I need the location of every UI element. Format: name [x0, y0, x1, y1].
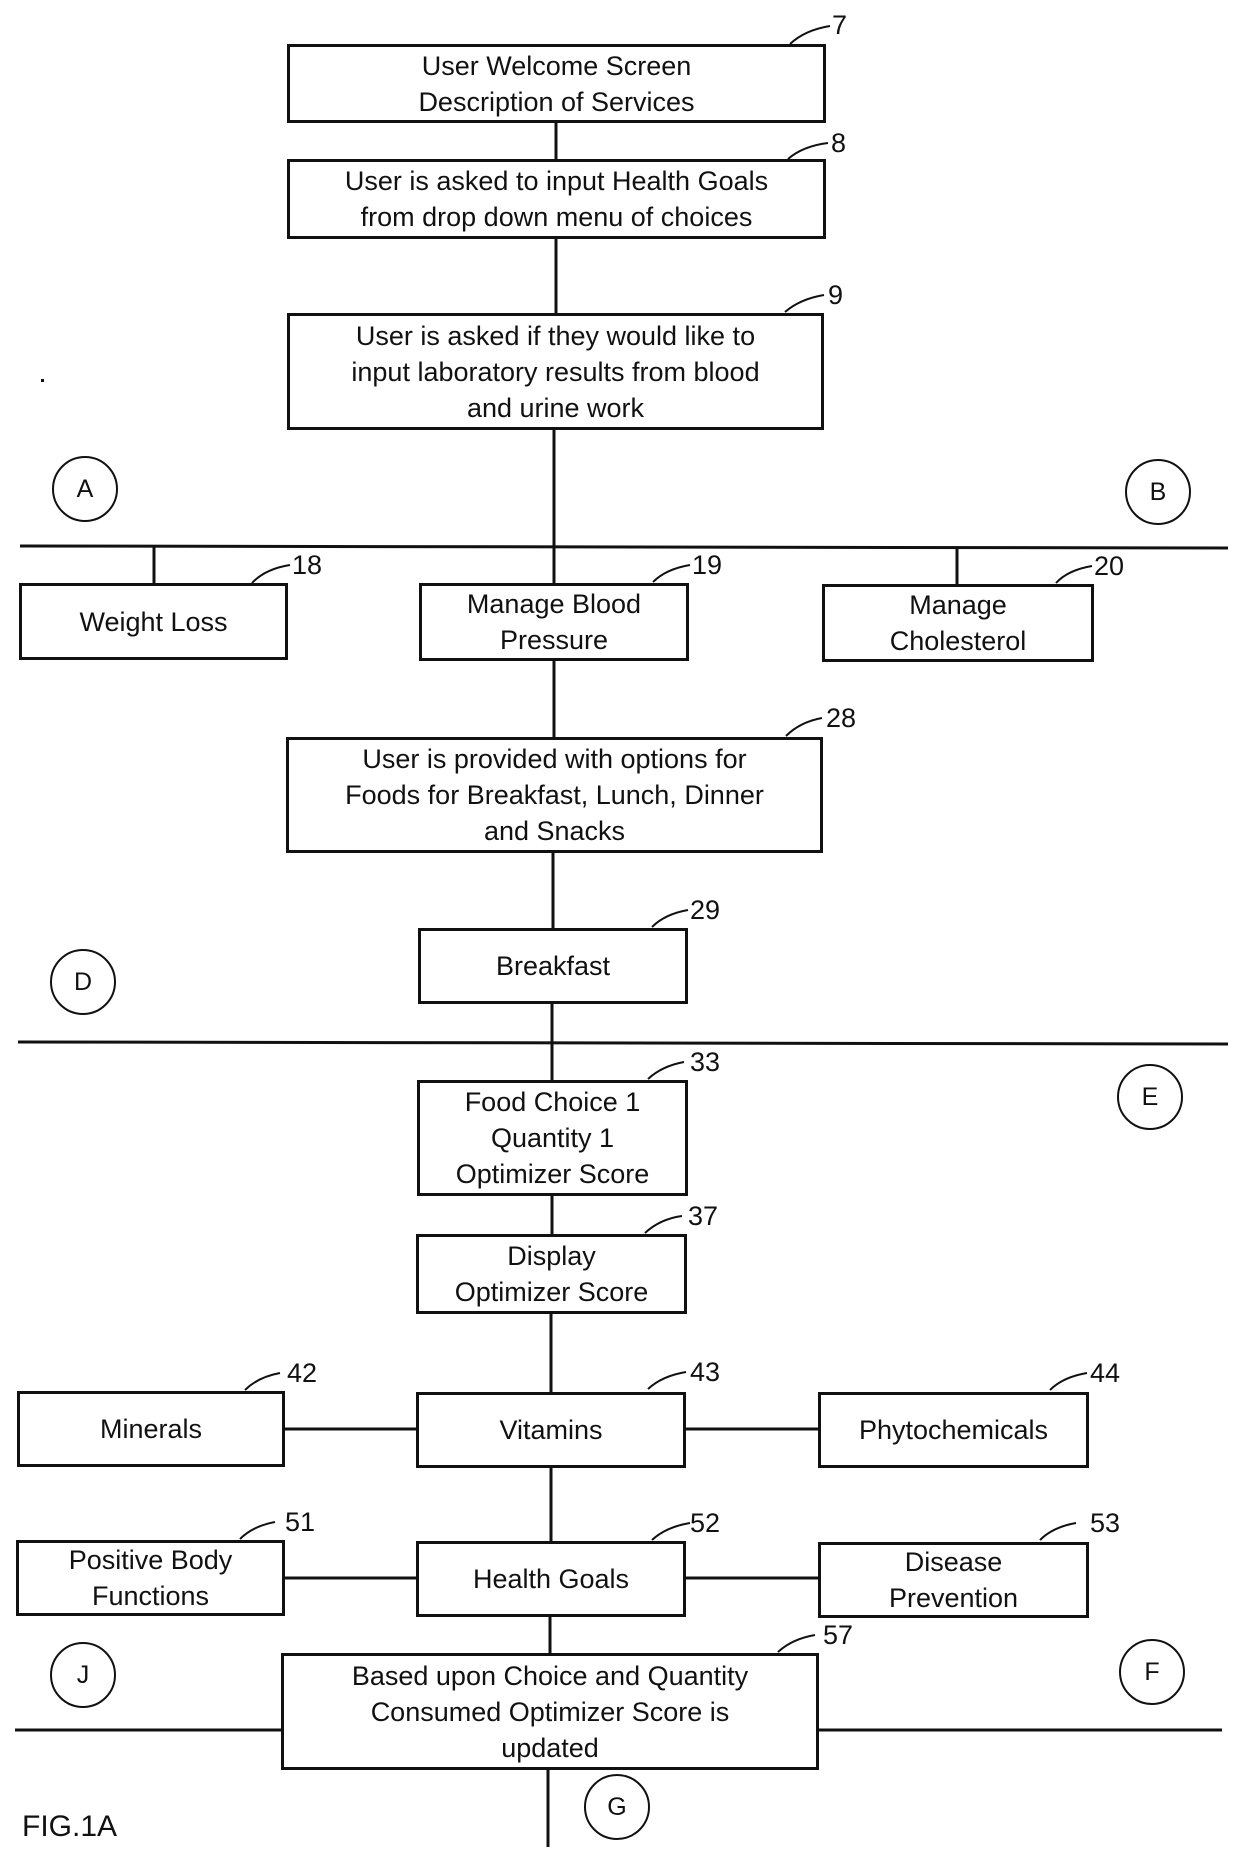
- leader-44: [1049, 1372, 1088, 1391]
- leader-7: [789, 25, 831, 45]
- step-8-health-goals-box: User is asked to input Health Goals from…: [287, 159, 826, 239]
- box-line: Vitamins: [499, 1415, 603, 1445]
- box-line: Health Goals: [472, 1564, 630, 1594]
- box-line: Positive Body: [68, 1545, 233, 1575]
- leader-9: [784, 294, 825, 313]
- ref-numeral-7: 7: [832, 10, 848, 40]
- ref-numeral-51: 51: [285, 1507, 316, 1537]
- connector-f: F: [1119, 1639, 1185, 1705]
- box-line: and urine work: [466, 392, 645, 423]
- ref-numeral-29: 29: [690, 895, 721, 925]
- leader-53: [1039, 1522, 1077, 1541]
- ref-numeral-28: 28: [826, 703, 857, 733]
- ref-numeral-37: 37: [688, 1201, 719, 1231]
- box-line: Manage: [909, 590, 1007, 620]
- ref-numeral-8: 8: [831, 128, 847, 158]
- step-52-health-goals-box: Health Goals: [416, 1541, 686, 1617]
- connector-a: A: [52, 456, 118, 522]
- connector-d: D: [50, 949, 116, 1015]
- box-line: Disease: [904, 1547, 1003, 1577]
- ref-numeral-43: 43: [690, 1357, 721, 1387]
- figure-label: FIG.1A: [22, 1810, 118, 1843]
- connector-e: E: [1117, 1064, 1183, 1130]
- box-line: updated: [501, 1732, 599, 1763]
- box-line: Functions: [91, 1581, 210, 1611]
- step-20-cholesterol-box: Manage Cholesterol: [822, 584, 1094, 662]
- box-line: input laboratory results from blood: [351, 356, 760, 387]
- box-line: Description of Services: [418, 86, 695, 117]
- box-line: User is asked to input Health Goals: [344, 166, 769, 196]
- step-44-phytochemicals-box: Phytochemicals: [818, 1392, 1089, 1468]
- step-43-vitamins-box: Vitamins: [416, 1392, 686, 1468]
- leader-43: [647, 1371, 687, 1390]
- connector-g: G: [584, 1774, 650, 1840]
- box-line: Quantity 1: [490, 1123, 615, 1153]
- divider-de: [17, 1040, 1229, 1046]
- leader-8: [787, 142, 829, 160]
- connector-b: B: [1125, 459, 1191, 525]
- ref-numeral-52: 52: [690, 1508, 721, 1538]
- leader-57: [777, 1634, 816, 1653]
- box-line: Prevention: [888, 1583, 1019, 1613]
- step-9-lab-results-box: User is asked if they would like to inpu…: [287, 313, 824, 430]
- leader-33: [647, 1061, 685, 1080]
- step-29-breakfast-box: Breakfast: [418, 928, 688, 1004]
- box-line: Optimizer Score: [455, 1159, 650, 1189]
- leader-37: [644, 1215, 683, 1234]
- step-28-food-options-box: User is provided with options for Foods …: [286, 737, 823, 853]
- step-53-disease-prevention-box: Disease Prevention: [818, 1542, 1089, 1618]
- step-42-minerals-box: Minerals: [17, 1391, 285, 1467]
- box-line: from drop down menu of choices: [360, 202, 753, 232]
- leader-42: [244, 1372, 281, 1391]
- ref-numeral-33: 33: [690, 1047, 721, 1077]
- step-19-blood-pressure-box: Manage Blood Pressure: [419, 583, 689, 661]
- leader-52: [651, 1522, 691, 1541]
- box-line: User is provided with options for: [362, 744, 747, 774]
- step-33-food-choice-box: Food Choice 1 Quantity 1 Optimizer Score: [417, 1080, 688, 1196]
- box-line: and Snacks: [483, 816, 626, 846]
- ref-numeral-19: 19: [692, 550, 723, 580]
- ref-numeral-18: 18: [292, 550, 323, 580]
- step-51-body-functions-box: Positive Body Functions: [16, 1540, 285, 1616]
- leader-20: [1055, 565, 1093, 584]
- step-57-score-updated-box: Based upon Choice and Quantity Consumed …: [281, 1653, 819, 1770]
- leader-18: [251, 564, 291, 584]
- leader-51: [239, 1521, 276, 1540]
- connector-j: J: [50, 1642, 116, 1708]
- step-37-display-score-box: Display Optimizer Score: [416, 1234, 687, 1314]
- box-line: Phytochemicals: [858, 1415, 1049, 1445]
- box-line: Cholesterol: [889, 626, 1027, 656]
- box-line: User Welcome Screen: [421, 50, 692, 81]
- box-line: Foods for Breakfast, Lunch, Dinner: [345, 780, 764, 810]
- ref-numeral-42: 42: [287, 1358, 318, 1388]
- ref-numeral-53: 53: [1090, 1508, 1121, 1538]
- box-line: Food Choice 1: [464, 1087, 641, 1117]
- box-line: Minerals: [99, 1414, 203, 1444]
- box-line: Optimizer Score: [454, 1277, 649, 1307]
- ref-numeral-20: 20: [1094, 551, 1125, 581]
- box-line: Breakfast: [495, 951, 611, 981]
- box-line: Based upon Choice and Quantity: [351, 1660, 749, 1691]
- leader-19: [652, 564, 691, 583]
- box-line: Consumed Optimizer Score is: [370, 1696, 730, 1727]
- box-line: Pressure: [499, 625, 609, 655]
- leader-28: [785, 717, 823, 737]
- step-18-weight-loss-box: Weight Loss: [19, 583, 288, 660]
- step-7-welcome-box: User Welcome Screen Description of Servi…: [287, 44, 826, 123]
- ref-numeral-44: 44: [1090, 1358, 1121, 1388]
- box-line: Display: [507, 1241, 596, 1271]
- ref-numeral-57: 57: [823, 1620, 854, 1650]
- box-line: User is asked if they would like to: [355, 320, 756, 351]
- leader-29: [651, 909, 689, 928]
- box-line: Weight Loss: [79, 606, 228, 637]
- stray-mark: [41, 379, 44, 382]
- box-line: Manage Blood: [466, 589, 642, 619]
- ref-numeral-9: 9: [828, 280, 844, 310]
- divider-ab: [19, 544, 1229, 550]
